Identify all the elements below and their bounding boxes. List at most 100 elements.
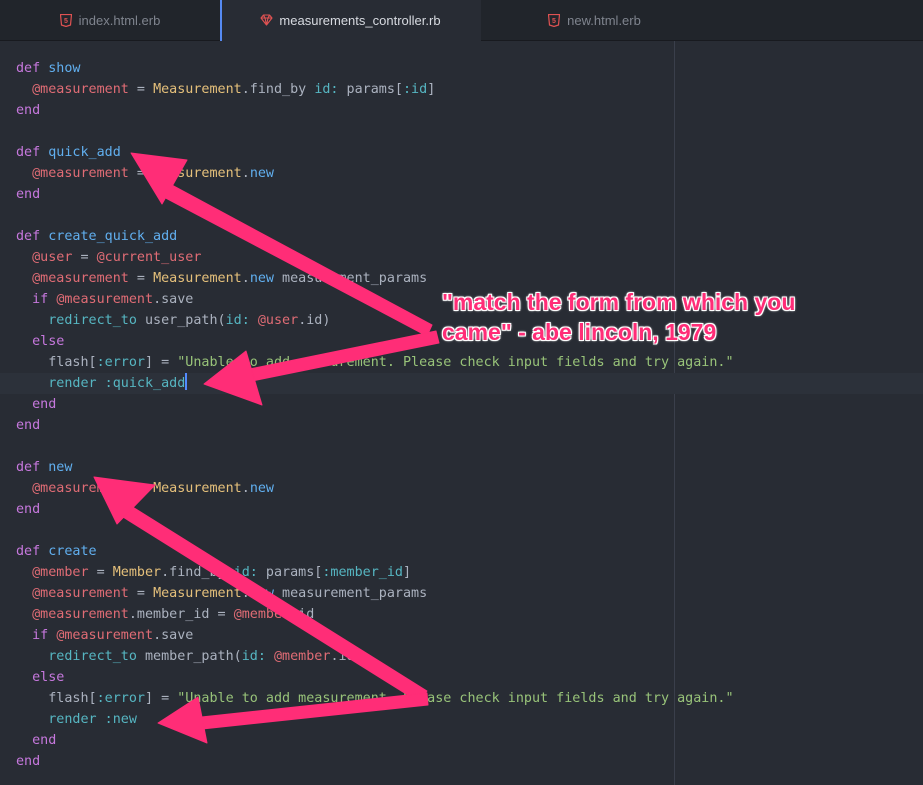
code-token: @measurement	[32, 82, 129, 97]
code-token: =	[128, 481, 154, 496]
code-token: new	[249, 166, 274, 181]
code-token: =	[128, 586, 154, 601]
code-token: @measurement	[56, 292, 154, 307]
code-line[interactable]: @measurement = Measurement.new	[0, 478, 923, 499]
code-token: .id)	[298, 313, 331, 328]
code-token: if	[32, 292, 57, 307]
code-token: Measurement	[153, 271, 242, 286]
code-token: params[	[338, 82, 403, 97]
code-token: end	[16, 418, 41, 433]
code-line[interactable]: redirect_to member_path(id: @member.id)	[0, 646, 923, 667]
code-line[interactable]: flash[:error] = "Unable to add measureme…	[0, 352, 923, 373]
code-line[interactable]: render :quick_add	[0, 373, 923, 394]
code-line[interactable]: end	[0, 100, 923, 121]
tab-label: measurements_controller.rb	[279, 13, 441, 28]
tab-new-html-erb[interactable]: 5 new.html.erb	[481, 0, 708, 40]
code-token: def	[16, 544, 49, 559]
svg-text:5: 5	[64, 18, 68, 25]
code-token: measurement_params	[274, 271, 428, 286]
code-line[interactable]: end	[0, 394, 923, 415]
code-token: id:	[225, 313, 250, 328]
code-line[interactable]: ​	[0, 121, 923, 142]
code-token: end	[16, 502, 41, 517]
code-area[interactable]: def show @measurement = Measurement.find…	[0, 58, 923, 772]
code-line[interactable]: @member = Member.find_by id: params[:mem…	[0, 562, 923, 583]
code-line[interactable]: else	[0, 667, 923, 688]
code-line[interactable]: @measurement = Measurement.new	[0, 163, 923, 184]
code-token: render :new	[48, 712, 137, 727]
html5-icon: 5	[59, 13, 73, 27]
code-line[interactable]: end	[0, 415, 923, 436]
code-token: def	[16, 61, 49, 76]
code-token: new	[249, 481, 274, 496]
code-token: end	[16, 187, 41, 202]
code-line[interactable]: def new	[0, 457, 923, 478]
code-token: Member	[112, 565, 162, 580]
code-token: @measurement	[32, 607, 129, 622]
code-line[interactable]: @measurement.member_id = @member.id	[0, 604, 923, 625]
code-token: .id	[290, 607, 315, 622]
code-token: show	[48, 61, 81, 76]
code-token: .id)	[330, 649, 363, 664]
code-token: =	[72, 250, 97, 265]
code-token: if	[32, 628, 57, 643]
code-line[interactable]: def show	[0, 58, 923, 79]
code-line[interactable]: @measurement = Measurement.new measureme…	[0, 268, 923, 289]
code-token: :error	[96, 355, 145, 370]
code-line[interactable]: ​	[0, 205, 923, 226]
code-token: member_path(	[136, 649, 242, 664]
code-token: redirect_to	[48, 649, 137, 664]
code-token: @member	[274, 649, 331, 664]
code-token: create	[48, 544, 97, 559]
code-token: Measurement	[153, 586, 242, 601]
code-token: ] =	[145, 355, 178, 370]
tab-label: new.html.erb	[567, 12, 641, 28]
code-token: @measurement	[32, 481, 129, 496]
text-cursor	[185, 373, 187, 390]
code-line[interactable]: @measurement = Measurement.find_by id: p…	[0, 79, 923, 100]
code-token: end	[32, 397, 57, 412]
tab-measurements-controller-rb[interactable]: measurements_controller.rb	[220, 0, 481, 41]
code-token: params[	[257, 565, 323, 580]
code-line[interactable]: def create_quick_add	[0, 226, 923, 247]
code-line[interactable]: end	[0, 730, 923, 751]
code-line[interactable]: ​	[0, 520, 923, 541]
code-token: =	[88, 565, 113, 580]
code-line[interactable]: if @measurement.save	[0, 625, 923, 646]
html5-icon: 5	[548, 13, 561, 27]
code-token: flash[	[16, 355, 97, 370]
code-line[interactable]: render :new	[0, 709, 923, 730]
code-line[interactable]: end	[0, 751, 923, 772]
code-token: id:	[233, 565, 258, 580]
code-token: .	[241, 586, 250, 601]
code-line[interactable]: @user = @current_user	[0, 247, 923, 268]
code-line[interactable]: flash[:error] = "Unable to add measureme…	[0, 688, 923, 709]
code-line[interactable]: @measurement = Measurement.new measureme…	[0, 583, 923, 604]
code-token: new	[249, 586, 274, 601]
code-token: id:	[314, 82, 339, 97]
code-line[interactable]: def create	[0, 541, 923, 562]
code-line[interactable]: ​	[0, 436, 923, 457]
code-line[interactable]: end	[0, 184, 923, 205]
code-token: "Unable to add measurement. Please check…	[177, 355, 734, 370]
code-token: def	[16, 229, 49, 244]
code-token: .	[241, 271, 250, 286]
code-line[interactable]: end	[0, 499, 923, 520]
code-line[interactable]: def quick_add	[0, 142, 923, 163]
code-token: @user	[32, 250, 73, 265]
code-token: end	[16, 754, 41, 769]
tab-index-html-erb[interactable]: 5 index.html.erb	[0, 0, 220, 40]
code-token: :member_id	[322, 565, 403, 580]
code-token: .member_id =	[128, 607, 234, 622]
code-token: new	[48, 460, 73, 475]
code-token: quick_add	[48, 145, 121, 160]
annotation-quote: "match the form from which you came" - a…	[442, 289, 802, 345]
code-token: Measurement	[153, 166, 242, 181]
code-editor[interactable]: def show @measurement = Measurement.find…	[0, 41, 923, 785]
